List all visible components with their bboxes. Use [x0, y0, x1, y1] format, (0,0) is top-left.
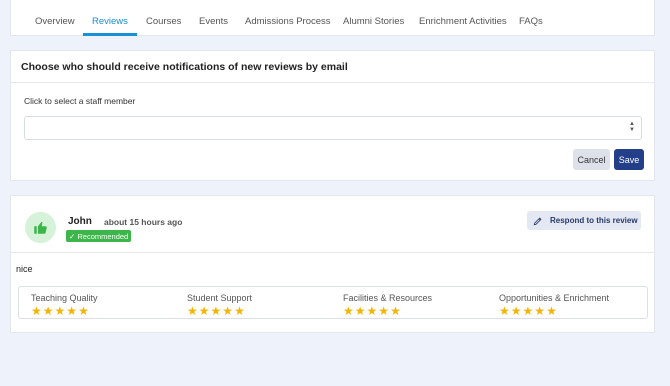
star-icon: ★ — [187, 304, 198, 318]
star-icon: ★ — [78, 304, 89, 318]
review-timestamp: about 15 hours ago — [104, 217, 183, 227]
star-rating: ★ ★ ★ ★ ★ — [499, 305, 609, 317]
star-icon: ★ — [234, 304, 245, 318]
star-icon: ★ — [499, 304, 510, 318]
active-tab-indicator — [83, 33, 137, 36]
rating-opportunities-enrichment: Opportunities & Enrichment ★ ★ ★ ★ ★ — [499, 293, 609, 317]
star-icon: ★ — [343, 304, 354, 318]
star-icon: ★ — [366, 304, 378, 318]
tab-overview[interactable]: Overview — [35, 16, 75, 27]
reviewer-name: John — [68, 216, 92, 227]
respond-button-label: Respond to this review — [550, 216, 638, 225]
thumbs-up-avatar — [25, 212, 56, 243]
star-icon: ★ — [66, 304, 78, 318]
tab-admissions-process[interactable]: Admissions Process — [245, 16, 331, 27]
star-icon: ★ — [210, 304, 222, 318]
divider — [11, 82, 654, 83]
rating-label: Opportunities & Enrichment — [499, 293, 610, 303]
star-icon: ★ — [390, 304, 401, 318]
tab-enrichment-activities[interactable]: Enrichment Activities — [419, 16, 507, 27]
save-button[interactable]: Save — [614, 149, 644, 170]
notifications-title: Choose who should receive notifications … — [21, 61, 348, 73]
star-icon: ★ — [222, 304, 234, 318]
star-icon: ★ — [354, 304, 366, 318]
thumbs-up-icon — [34, 221, 47, 234]
respond-button[interactable]: Respond to this review — [527, 211, 641, 230]
rating-label: Teaching Quality — [31, 293, 98, 303]
star-rating: ★ ★ ★ ★ ★ — [187, 305, 252, 317]
review-comment: nice — [16, 264, 33, 274]
star-icon: ★ — [522, 304, 534, 318]
star-icon: ★ — [54, 304, 66, 318]
tab-events[interactable]: Events — [199, 16, 228, 27]
star-icon: ★ — [378, 304, 390, 318]
star-icon: ★ — [546, 304, 557, 318]
star-icon: ★ — [31, 304, 42, 318]
select-arrows-icon: ▲ ▼ — [629, 121, 635, 133]
tab-courses[interactable]: Courses — [146, 16, 181, 27]
cancel-button[interactable]: Cancel — [573, 149, 610, 170]
star-rating: ★ ★ ★ ★ ★ — [343, 305, 432, 317]
rating-teaching-quality: Teaching Quality ★ ★ ★ ★ ★ — [31, 293, 98, 317]
pencil-icon — [533, 216, 542, 225]
star-icon: ★ — [510, 304, 522, 318]
star-icon: ★ — [534, 304, 546, 318]
rating-facilities-resources: Facilities & Resources ★ ★ ★ ★ ★ — [343, 293, 432, 317]
tab-reviews[interactable]: Reviews — [92, 16, 128, 27]
rating-label: Student Support — [187, 293, 253, 303]
staff-member-select[interactable]: ▲ ▼ — [24, 116, 642, 140]
ratings-box: Teaching Quality ★ ★ ★ ★ ★ Student Support ★… — [18, 286, 648, 319]
review-card: John about 15 hours ago ✓ Recommended Re… — [10, 195, 655, 333]
tab-alumni-stories[interactable]: Alumni Stories — [343, 16, 404, 27]
notifications-card: Choose who should receive notifications … — [10, 50, 655, 181]
recommended-badge: ✓ Recommended — [66, 230, 132, 242]
staff-select-label: Click to select a staff member — [24, 96, 136, 106]
tab-faqs[interactable]: FAQs — [519, 16, 543, 27]
star-icon: ★ — [198, 304, 210, 318]
star-icon: ★ — [42, 304, 54, 318]
tabs-bar: Overview Reviews Courses Events Admissio… — [10, 0, 655, 36]
star-rating: ★ ★ ★ ★ ★ — [31, 305, 98, 317]
rating-label: Facilities & Resources — [343, 293, 433, 303]
rating-student-support: Student Support ★ ★ ★ ★ ★ — [187, 293, 252, 317]
divider — [11, 252, 654, 253]
